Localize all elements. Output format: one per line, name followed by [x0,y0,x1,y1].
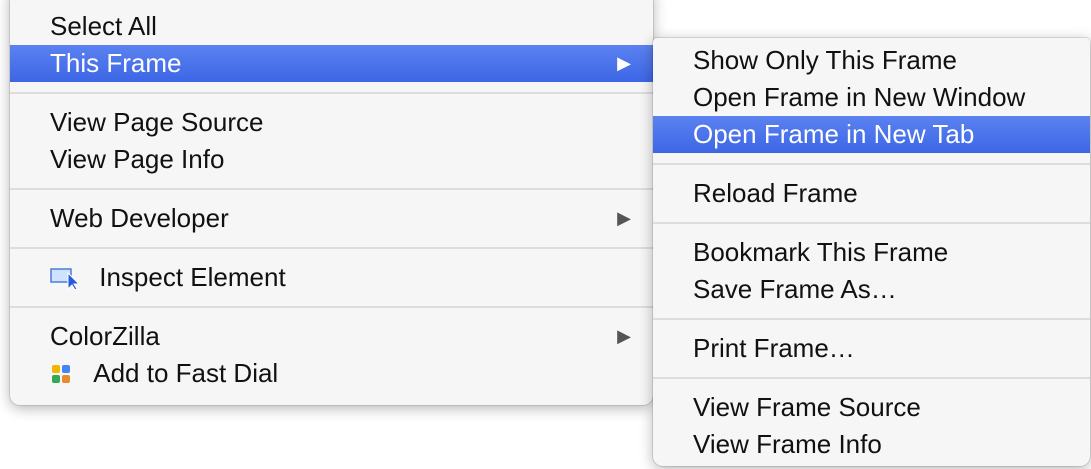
menu-separator [10,82,653,104]
menu-item-label: Select All [50,11,157,41]
menu-item-bookmark-this-frame[interactable]: Bookmark This Frame [653,234,1090,271]
menu-separator [10,296,653,318]
menu-item-label: Open Frame in New Tab [693,119,975,149]
submenu-arrow-icon: ▶ [617,208,631,228]
menu-item-save-frame-as[interactable]: Save Frame As… [653,271,1090,308]
menu-item-print-frame[interactable]: Print Frame… [653,330,1090,367]
menu-item-label: Web Developer [50,203,229,233]
submenu-arrow-icon: ▶ [617,326,631,346]
menu-item-view-page-source[interactable]: View Page Source [10,104,653,141]
menu-item-label: Show Only This Frame [693,45,957,75]
menu-item-colorzilla[interactable]: ColorZilla ▶ [10,318,653,355]
menu-item-open-frame-new-window[interactable]: Open Frame in New Window [653,79,1090,116]
menu-item-view-page-info[interactable]: View Page Info [10,141,653,178]
menu-item-label: Open Frame in New Window [693,82,1026,112]
menu-item-add-to-fast-dial[interactable]: Add to Fast Dial [10,355,653,392]
submenu-arrow-icon: ▶ [617,53,631,73]
fast-dial-icon [50,363,80,385]
menu-item-web-developer[interactable]: Web Developer ▶ [10,200,653,237]
menu-item-show-only-this-frame[interactable]: Show Only This Frame [653,42,1090,79]
menu-separator [653,367,1090,389]
menu-separator [653,153,1090,175]
inspect-element-icon [50,267,86,291]
menu-item-this-frame[interactable]: This Frame ▶ [10,45,653,82]
menu-item-open-frame-new-tab[interactable]: Open Frame in New Tab [653,116,1090,153]
menu-item-label: View Frame Info [693,429,882,459]
menu-item-label: Reload Frame [693,178,858,208]
menu-item-inspect-element[interactable]: Inspect Element [10,259,653,296]
menu-item-view-frame-source[interactable]: View Frame Source [653,389,1090,426]
menu-item-reload-frame[interactable]: Reload Frame [653,175,1090,212]
menu-item-label: View Page Info [50,144,225,174]
context-menu-stage: Select All This Frame ▶ View Page Source… [0,0,1091,469]
menu-item-label: Add to Fast Dial [93,358,279,388]
menu-separator [653,308,1090,330]
this-frame-submenu: Show Only This Frame Open Frame in New W… [653,38,1090,466]
menu-item-label: View Page Source [50,107,264,137]
menu-separator [653,212,1090,234]
menu-separator [10,178,653,200]
menu-item-label: Inspect Element [99,262,286,292]
menu-item-label: Bookmark This Frame [693,237,949,267]
menu-separator [10,237,653,259]
menu-item-select-all[interactable]: Select All [10,8,653,45]
menu-item-label: Print Frame… [693,333,855,363]
menu-item-label: View Frame Source [693,392,921,422]
menu-item-label: This Frame [50,48,182,78]
menu-item-view-frame-info[interactable]: View Frame Info [653,426,1090,463]
menu-item-label: ColorZilla [50,321,160,351]
menu-item-label: Save Frame As… [693,274,897,304]
context-menu: Select All This Frame ▶ View Page Source… [10,0,653,405]
